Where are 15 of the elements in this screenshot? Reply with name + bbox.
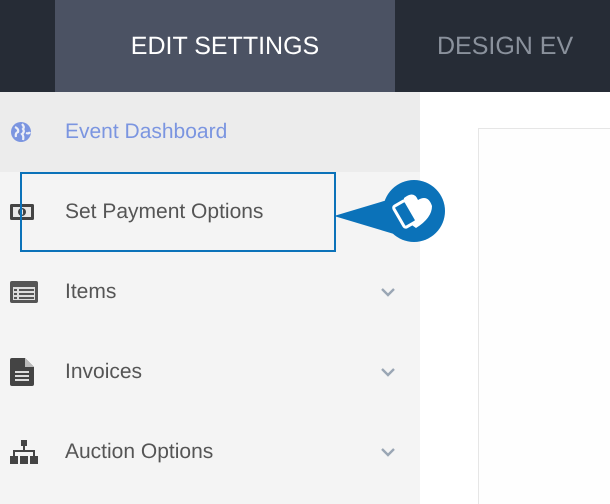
item-label: Auction Options bbox=[65, 440, 214, 464]
list-icon bbox=[10, 281, 38, 303]
item-label: Items bbox=[65, 280, 116, 304]
sitemap-icon bbox=[10, 440, 38, 464]
item-label: Invoices bbox=[65, 360, 142, 384]
sidebar-item[interactable]: Auction Options bbox=[0, 412, 420, 492]
tab[interactable]: DESIGN EV bbox=[395, 0, 574, 92]
sidebar-item[interactable]: Items bbox=[0, 252, 420, 332]
item-label: Set Payment Options bbox=[65, 200, 264, 224]
sidebar-item[interactable]: Invoices bbox=[0, 332, 420, 412]
document-icon bbox=[10, 358, 34, 386]
item-label: Event Dashboard bbox=[65, 120, 228, 144]
banknote-icon bbox=[10, 204, 34, 220]
tab[interactable]: EDIT SETTINGS bbox=[55, 0, 395, 92]
globe-icon bbox=[10, 121, 32, 143]
